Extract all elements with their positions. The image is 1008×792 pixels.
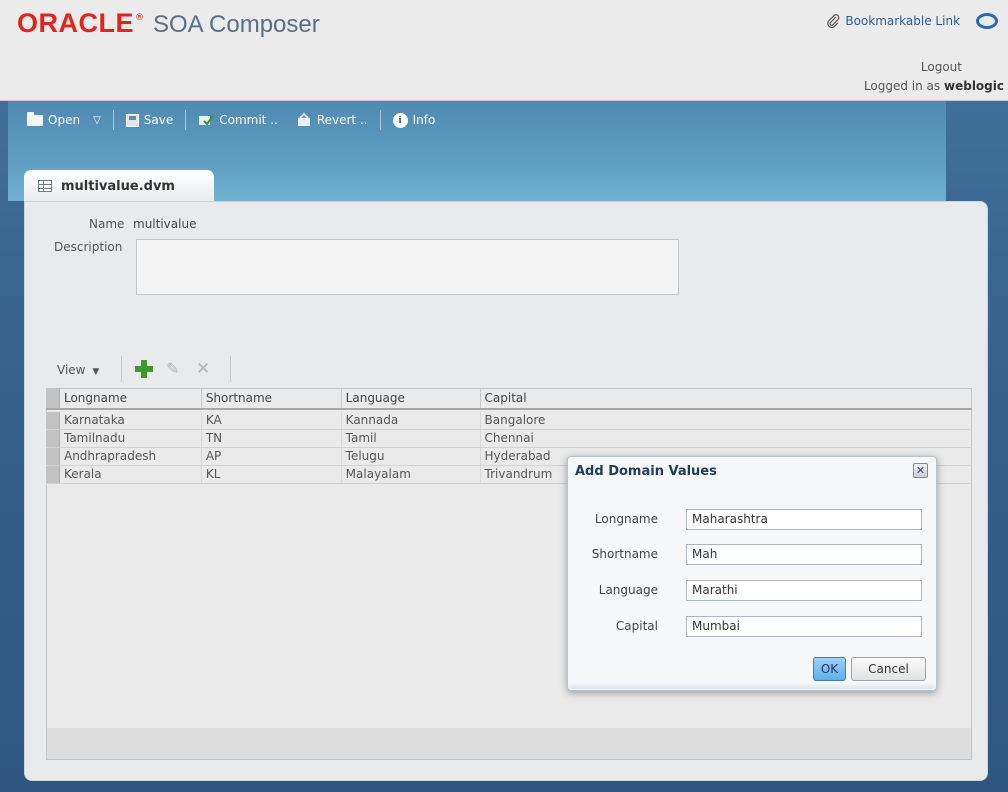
save-button[interactable]: Save (125, 113, 174, 127)
cell-shortname: KL (202, 466, 342, 483)
table-header: Longname Shortname Language Capital (46, 388, 972, 410)
cell-language: Tamil (342, 430, 481, 447)
row-selector[interactable] (46, 412, 60, 429)
revert-button[interactable]: Revert .. (296, 113, 368, 127)
open-button[interactable]: Open ▽ (27, 111, 101, 127)
edit-pencil-icon[interactable]: ✎ (166, 360, 184, 378)
info-label: Info (412, 113, 436, 127)
table-footer (47, 728, 971, 759)
dropdown-arrow-icon: ▼ (92, 367, 100, 377)
app-header: ORACLE ® SOA Composer Bookmarkable Link … (0, 0, 1008, 101)
view-label: View (57, 363, 86, 377)
row-selector[interactable] (46, 448, 60, 465)
save-label: Save (143, 113, 174, 127)
cell-shortname: KA (202, 412, 342, 429)
shortname-field[interactable]: Mah (686, 544, 922, 565)
language-label: Language (598, 583, 658, 597)
open-label: Open (48, 113, 81, 127)
cell-language: Malayalam (342, 466, 481, 483)
cancel-button[interactable]: Cancel (851, 657, 926, 681)
cell-shortname: TN (202, 430, 342, 447)
save-icon (125, 113, 139, 127)
view-menu[interactable]: View ▼ (57, 363, 99, 377)
brand-name: ORACLE (17, 8, 134, 38)
cell-capital: Chennai (484, 431, 534, 445)
oracle-logo: ORACLE ® SOA Composer (17, 8, 320, 39)
trademark: ® (135, 13, 144, 23)
cell-shortname: AP (202, 448, 342, 465)
column-header-language[interactable]: Language (342, 388, 481, 408)
language-field[interactable]: Marathi (686, 580, 922, 601)
row-selector[interactable] (46, 430, 60, 447)
name-value: multivalue (133, 217, 197, 231)
close-icon[interactable]: ✕ (913, 463, 928, 478)
row-header-cell (46, 388, 60, 408)
column-header-longname[interactable]: Longname (60, 388, 202, 408)
column-header-capital[interactable]: Capital (481, 388, 972, 408)
delete-x-icon[interactable]: ✕ (196, 360, 214, 378)
table-row[interactable]: Tamilnadu TN Tamil Chennai (46, 430, 972, 448)
revert-icon (297, 113, 310, 126)
commit-label: Commit .. (219, 113, 278, 127)
username: weblogic (944, 79, 1004, 93)
column-header-shortname[interactable]: Shortname (202, 388, 342, 408)
cell-longname: Karnataka (60, 412, 202, 429)
name-label: Name (89, 217, 125, 231)
revert-label: Revert .. (316, 113, 368, 127)
table-grid-icon (38, 180, 52, 192)
toolbar-separator (379, 110, 381, 130)
longname-label: Longname (594, 512, 658, 526)
dialog-footer (568, 683, 936, 689)
folder-icon (27, 111, 43, 126)
description-field[interactable] (136, 239, 679, 295)
commit-icon (199, 115, 215, 126)
shortname-label: Shortname (591, 547, 658, 561)
toolbar-separator (185, 110, 187, 130)
chevron-down-icon[interactable]: ▽ (93, 115, 101, 126)
dialog-title: Add Domain Values (575, 464, 717, 479)
row-selector[interactable] (46, 466, 60, 483)
toolbar-separator (112, 110, 114, 130)
description-label: Description (54, 240, 123, 254)
info-icon: i (392, 112, 408, 128)
cell-capital: Bangalore (484, 413, 546, 427)
cell-language: Telugu (342, 448, 481, 465)
table-toolbar-separator (121, 356, 122, 382)
cell-longname: Kerala (60, 466, 202, 483)
bookmarkable-link-label[interactable]: Bookmarkable Link (845, 14, 960, 28)
bookmarkable-link[interactable]: Bookmarkable Link (826, 14, 960, 28)
capital-label: Capital (615, 619, 658, 633)
longname-field[interactable]: Maharashtra (686, 509, 922, 530)
cell-longname: Andhrapradesh (60, 448, 202, 465)
cell-language: Kannada (342, 412, 481, 429)
add-row-icon[interactable] (135, 360, 153, 378)
logged-in-status: Logged in as weblogic (864, 79, 1004, 93)
main-toolbar: Open ▽ Save Commit .. Revert .. i Info (27, 110, 435, 130)
logged-in-prefix: Logged in as (863, 79, 941, 93)
tab-multivalue-dvm[interactable]: multivalue.dvm (24, 170, 214, 202)
info-button[interactable]: i Info (392, 112, 436, 128)
add-domain-values-dialog (567, 456, 937, 691)
logout-link[interactable]: Logout (921, 60, 962, 74)
ok-button[interactable]: OK (813, 657, 846, 681)
capital-field[interactable]: Mumbai (686, 616, 922, 637)
table-row[interactable]: Karnataka KA Kannada Bangalore (46, 412, 972, 430)
oracle-o-icon (976, 13, 998, 29)
table-toolbar-separator (230, 356, 231, 382)
app-name: SOA Composer (153, 11, 320, 38)
cell-longname: Tamilnadu (60, 430, 202, 447)
commit-button[interactable]: Commit .. (198, 113, 278, 127)
paperclip-icon (827, 14, 840, 28)
tab-label: multivalue.dvm (61, 178, 175, 194)
